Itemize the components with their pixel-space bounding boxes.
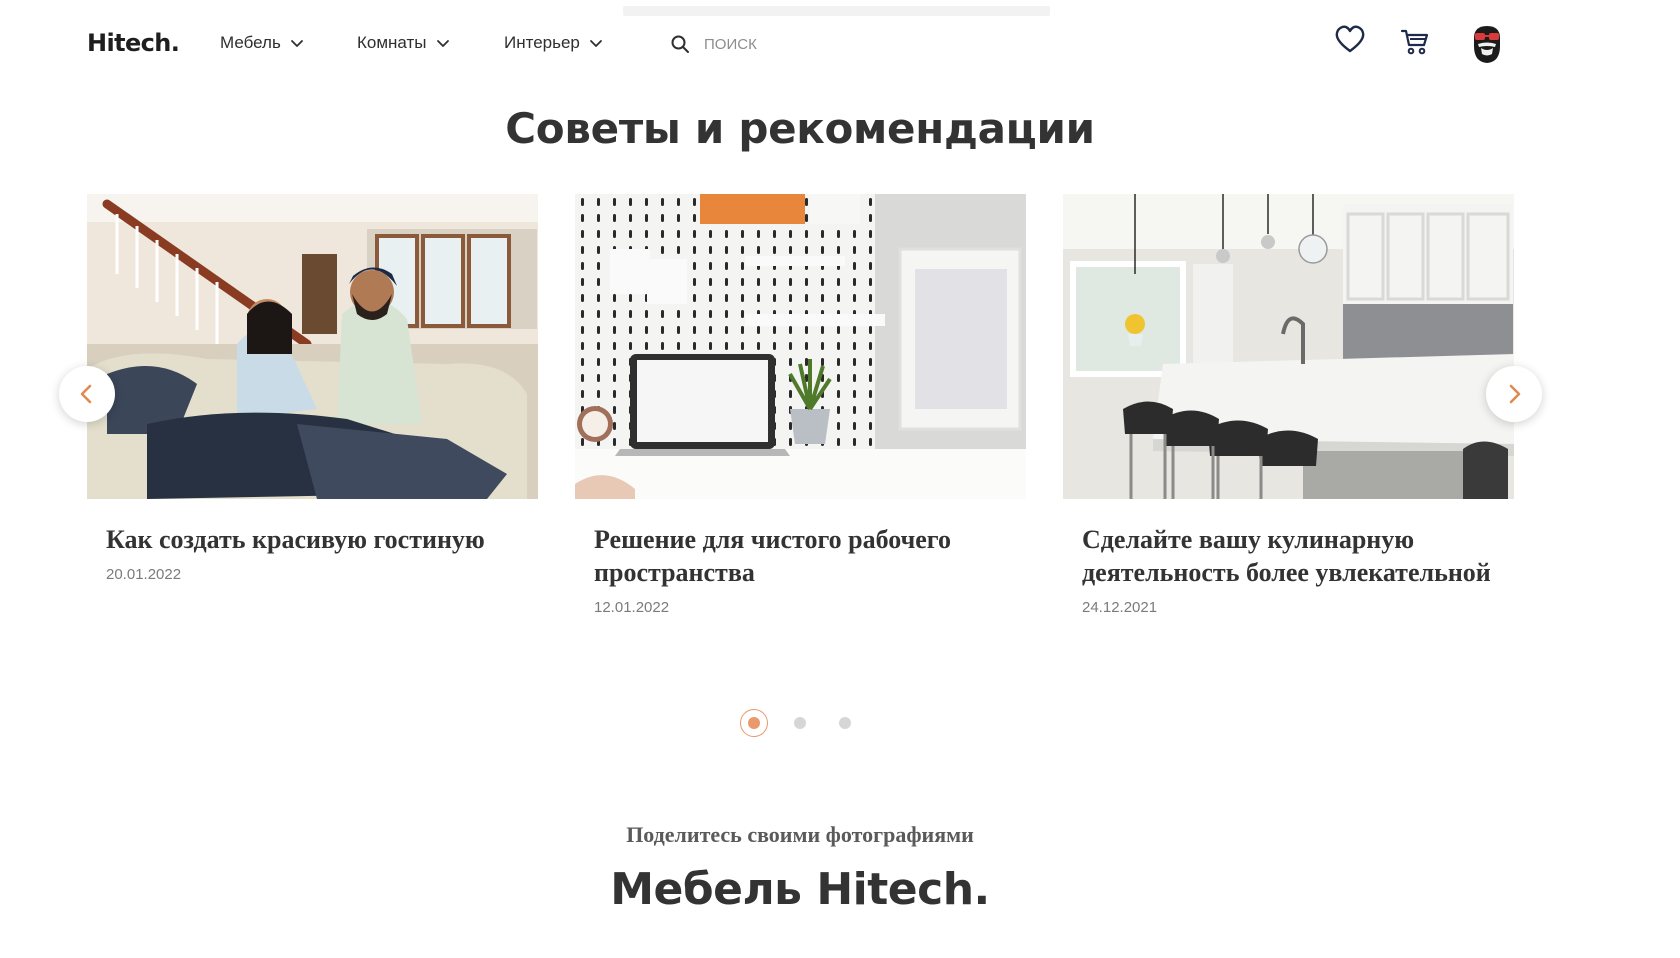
article-date: 12.01.2022: [594, 599, 670, 616]
article-image-kitchen[interactable]: [1063, 194, 1514, 499]
carousel-pagination: [0, 708, 1680, 738]
article-card: Решение для чистого рабочего пространств…: [575, 194, 1026, 616]
avatar[interactable]: [1468, 24, 1506, 64]
chevron-left-icon: [80, 384, 92, 404]
pagination-dot-1[interactable]: [740, 709, 768, 737]
share-subtitle: Поделитесь своими фотографиями: [626, 822, 974, 847]
nav-item-interior[interactable]: Интерьер: [504, 33, 604, 53]
article-date: 24.12.2021: [1082, 599, 1158, 616]
pagination-dot-2[interactable]: [794, 717, 806, 729]
nav-item-label: Мебель: [220, 33, 281, 52]
share-title: Мебель Hitech.: [610, 864, 990, 915]
article-title[interactable]: Решение для чистого рабочего пространств…: [594, 523, 1004, 589]
section-title: Советы и рекомендации: [505, 104, 1095, 153]
carousel-prev-button[interactable]: [59, 366, 115, 422]
site-header: Hitech. Мебель Комнаты Интерьер: [0, 0, 1680, 86]
nav-item-furniture[interactable]: Мебель: [220, 33, 305, 53]
article-image-workspace[interactable]: [575, 194, 1026, 499]
pagination-dot-3[interactable]: [839, 717, 851, 729]
chevron-right-icon: [1509, 384, 1521, 404]
cart-icon[interactable]: [1400, 28, 1430, 56]
carousel-next-button[interactable]: [1486, 366, 1542, 422]
nav-item-rooms[interactable]: Комнаты: [357, 33, 451, 53]
search-box: [670, 30, 970, 58]
article-image-living-room[interactable]: [87, 194, 538, 499]
heart-icon[interactable]: [1334, 24, 1366, 54]
nav-item-label: Комнаты: [357, 33, 427, 52]
nav-item-label: Интерьер: [504, 33, 580, 52]
search-input[interactable]: [704, 35, 944, 53]
article-date: 20.01.2022: [106, 566, 182, 583]
article-card: Как создать красивую гостиную 20.01.2022: [87, 194, 538, 583]
chevron-down-icon: [436, 40, 449, 47]
search-icon[interactable]: [670, 34, 690, 54]
site-logo[interactable]: Hitech.: [87, 29, 180, 57]
article-card: Сделайте вашу кулинарную деятельность бо…: [1063, 194, 1514, 616]
chevron-down-icon: [290, 40, 303, 47]
article-title[interactable]: Сделайте вашу кулинарную деятельность бо…: [1082, 523, 1492, 589]
article-title[interactable]: Как создать красивую гостиную: [106, 523, 516, 556]
chevron-down-icon: [589, 40, 602, 47]
